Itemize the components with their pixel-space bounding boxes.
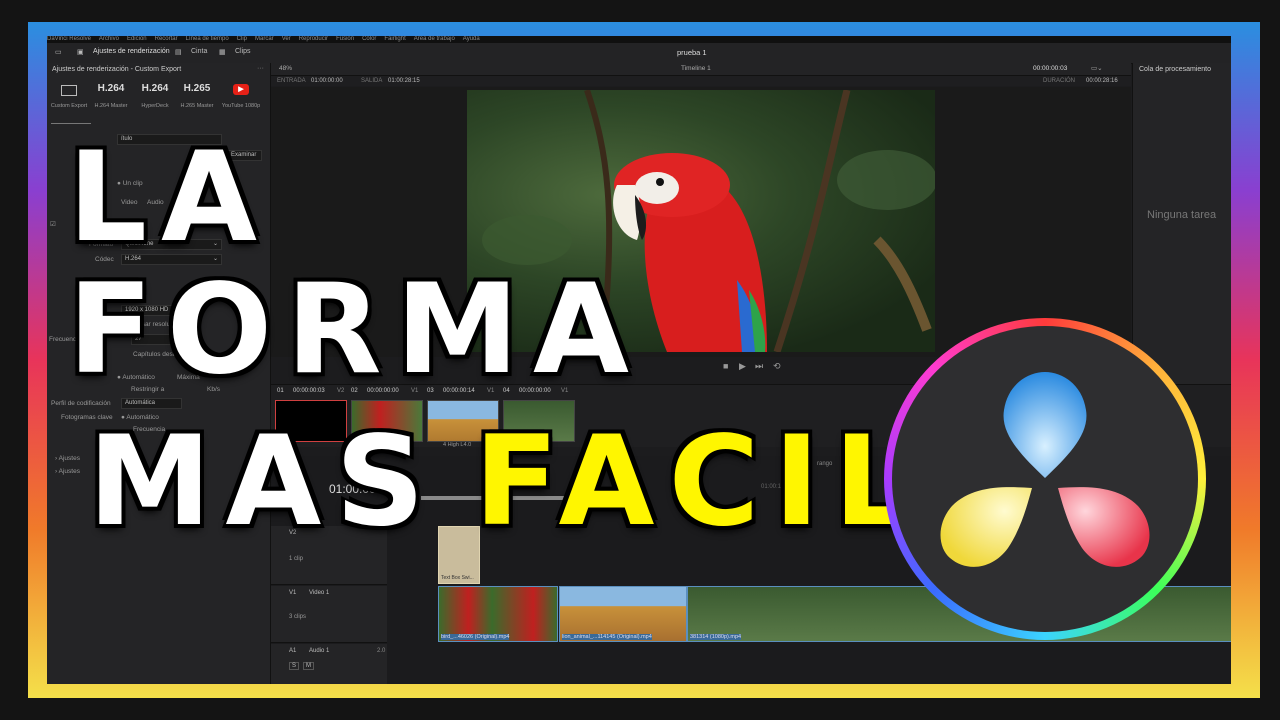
clips-button[interactable]: Clips [235,48,251,55]
tape-icon[interactable]: ▤ [175,48,182,56]
preset-codec: H.265 [183,83,211,94]
preset-h264-master[interactable]: H.264 H.264 Master [91,83,131,109]
preset-codec: H.264 [97,83,125,94]
deliver-toolbar: ▭ ▣ Ajustes de renderización ▤ Cinta ▦ C… [47,43,1231,64]
settings-label: Ajustes [58,455,80,462]
headline-line-1: LA [68,126,271,270]
out-value: 01:00:28:15 [388,78,420,84]
menu-item[interactable]: Línea de tiempo [186,36,229,42]
resolve-petals-icon [940,372,1150,567]
queue-empty-text: Ninguna tarea [1147,209,1217,221]
stop-icon[interactable]: ■ [723,361,728,371]
more-options-icon[interactable]: ··· [257,65,264,72]
project-title: prueba 1 [677,48,707,57]
headline-highlight: FACIL [474,410,927,554]
track-label: V1 [289,590,297,596]
clip-name: lion_animal_...114145 (Original).mp4 [562,634,652,640]
custom-export-icon [49,83,89,97]
menu-item[interactable]: Clip [237,36,247,42]
track-label: A1 [289,648,297,654]
track-header-v1[interactable]: V1 Video 1 3 clips [271,586,387,643]
mute-button[interactable]: M [303,662,314,670]
menu-item[interactable]: Color [362,36,376,42]
timeline-select[interactable]: Timeline 1 [681,65,711,72]
menu-item[interactable]: Marcar [255,36,274,42]
render-queue-title: Cola de procesamiento [1139,66,1211,73]
subtitle-settings-expander[interactable]: › Ajustes [55,468,80,475]
viewer-inout: ENTRADA 01:00:00:00 SALIDA 01:00:28:15 D… [271,76,1131,86]
duration-value: 00:00:28:16 [1086,78,1118,84]
out-label: SALIDA [361,78,383,84]
viewer-timecode: 00:00:00:03 [1033,65,1068,72]
preset-label: H.265 Master [180,103,214,109]
settings-label: Ajustes [58,468,80,475]
menu-item[interactable]: Reproducir [299,36,328,42]
preset-custom-export[interactable]: Custom Export [49,83,89,109]
timeline-clip-bird[interactable]: bird_...46026 (Original).mp4 [438,586,558,642]
play-icon[interactable]: ▶ [739,361,746,372]
next-frame-icon[interactable]: ⏭ [755,361,763,372]
preset-label: H.264 Master [94,103,128,109]
track-name: Audio 1 [309,648,330,654]
preset-youtube[interactable]: ▶ YouTube 1080p [221,83,261,109]
logo-disc [892,326,1198,632]
monitor-icon[interactable]: ▭ [55,48,62,56]
track-count: 1 clip [289,556,304,562]
menu-item[interactable]: Edición [127,36,147,42]
preset-label: Custom Export [50,103,88,109]
in-value: 01:00:00:00 [311,78,343,84]
menu-item[interactable]: Archivo [99,36,119,42]
menu-bar: DaVinci Resolve Archivo Edición Recortar Lín… [47,36,1231,43]
menu-item[interactable]: Ver [282,36,291,42]
clip-name: bird_...46026 (Original).mp4 [441,634,510,640]
clip-caption: 4 High L4.0 [443,442,472,448]
clip-name: 381314 (1080p).mp4 [690,634,742,640]
preset-label: YouTube 1080p [221,103,261,109]
advanced-settings-expander[interactable]: › Ajustes [55,455,80,462]
render-settings-icon[interactable]: ▣ [77,48,84,56]
youtube-icon: ▶ [221,83,261,97]
menu-item[interactable]: Recortar [155,36,178,42]
davinci-resolve-logo [884,318,1206,640]
zoom-select[interactable]: 48% [279,65,292,72]
menu-item[interactable]: Ayuda [463,36,480,42]
clip-name: Text Box Swi... [441,575,474,581]
headline-line-3: MAS [88,410,439,554]
display-options-icon[interactable]: ▭⌄ [1091,64,1103,72]
menu-item[interactable]: DaVinci Resolve [47,36,91,42]
timeline-clip-lions[interactable]: lion_animal_...114145 (Original).mp4 [559,586,687,642]
menu-item[interactable]: Área de trabajo [414,36,455,42]
clips-icon[interactable]: ▦ [219,48,226,56]
track-channels: 2.0 [377,648,386,654]
in-label: ENTRADA [277,78,306,84]
track-header-a1[interactable]: A1 Audio 1 2.0 S M [271,644,387,684]
preset-hyperdeck[interactable]: H.264 HyperDeck [135,83,175,109]
menu-item[interactable]: Fusion [336,36,354,42]
duration-label: DURACIÓN [1043,78,1076,84]
headline-line-2: FORMA [68,258,643,402]
preset-label: HyperDeck [141,103,169,109]
track-name: Video 1 [309,590,330,596]
preset-codec: H.264 [141,83,169,94]
loop-icon[interactable]: ⟲ [773,361,781,372]
viewer-header: 48% Timeline 1 00:00:00:03 ▭⌄ [271,63,1131,76]
tape-button[interactable]: Cinta [191,48,207,55]
track-count: 3 clips [289,614,307,620]
export-video-checkbox[interactable]: ☑ [50,220,56,228]
preset-underline [51,123,91,124]
preset-h265-master[interactable]: H.265 H.265 Master [177,83,217,109]
render-settings-title: Ajustes de renderización - Custom Export [52,66,182,73]
render-settings-button[interactable]: Ajustes de renderización [93,48,170,55]
menu-item[interactable]: Fairlight [384,36,405,42]
solo-button[interactable]: S [289,662,300,670]
